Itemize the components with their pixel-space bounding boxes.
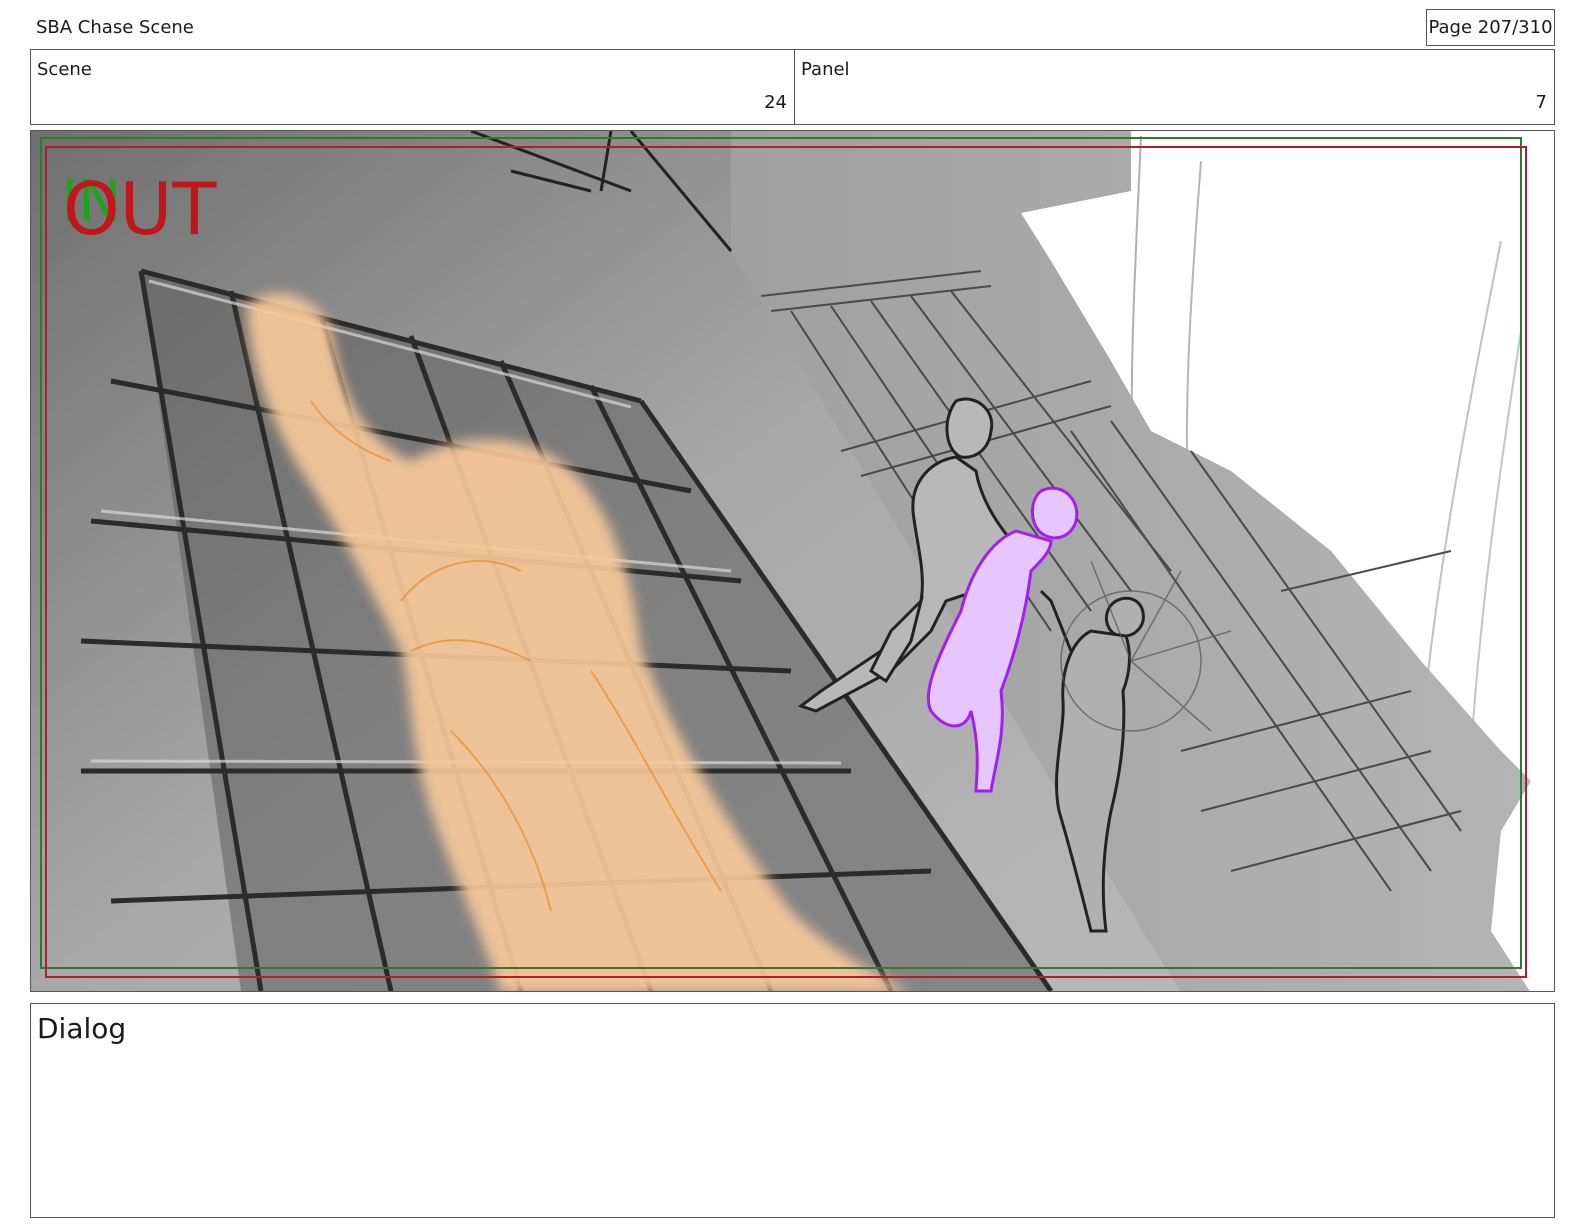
document-title: SBA Chase Scene [36, 17, 194, 38]
storyboard-sketch: IN OUT [31, 131, 1554, 991]
scene-panel-info-row: Scene 24 Panel 7 [30, 49, 1555, 125]
storyboard-panel-artwork: IN OUT [30, 130, 1555, 992]
page-indicator: Page 207/310 [1426, 9, 1555, 46]
dialog-box: Dialog [30, 1003, 1555, 1218]
scene-number: 24 [764, 92, 787, 113]
panel-label: Panel [801, 59, 850, 80]
panel-number: 7 [1535, 92, 1547, 113]
out-marker: OUT [63, 167, 217, 251]
dialog-label: Dialog [37, 1012, 127, 1045]
scene-cell: Scene 24 [31, 50, 795, 124]
panel-cell: Panel 7 [795, 50, 1554, 124]
scene-label: Scene [37, 59, 92, 80]
